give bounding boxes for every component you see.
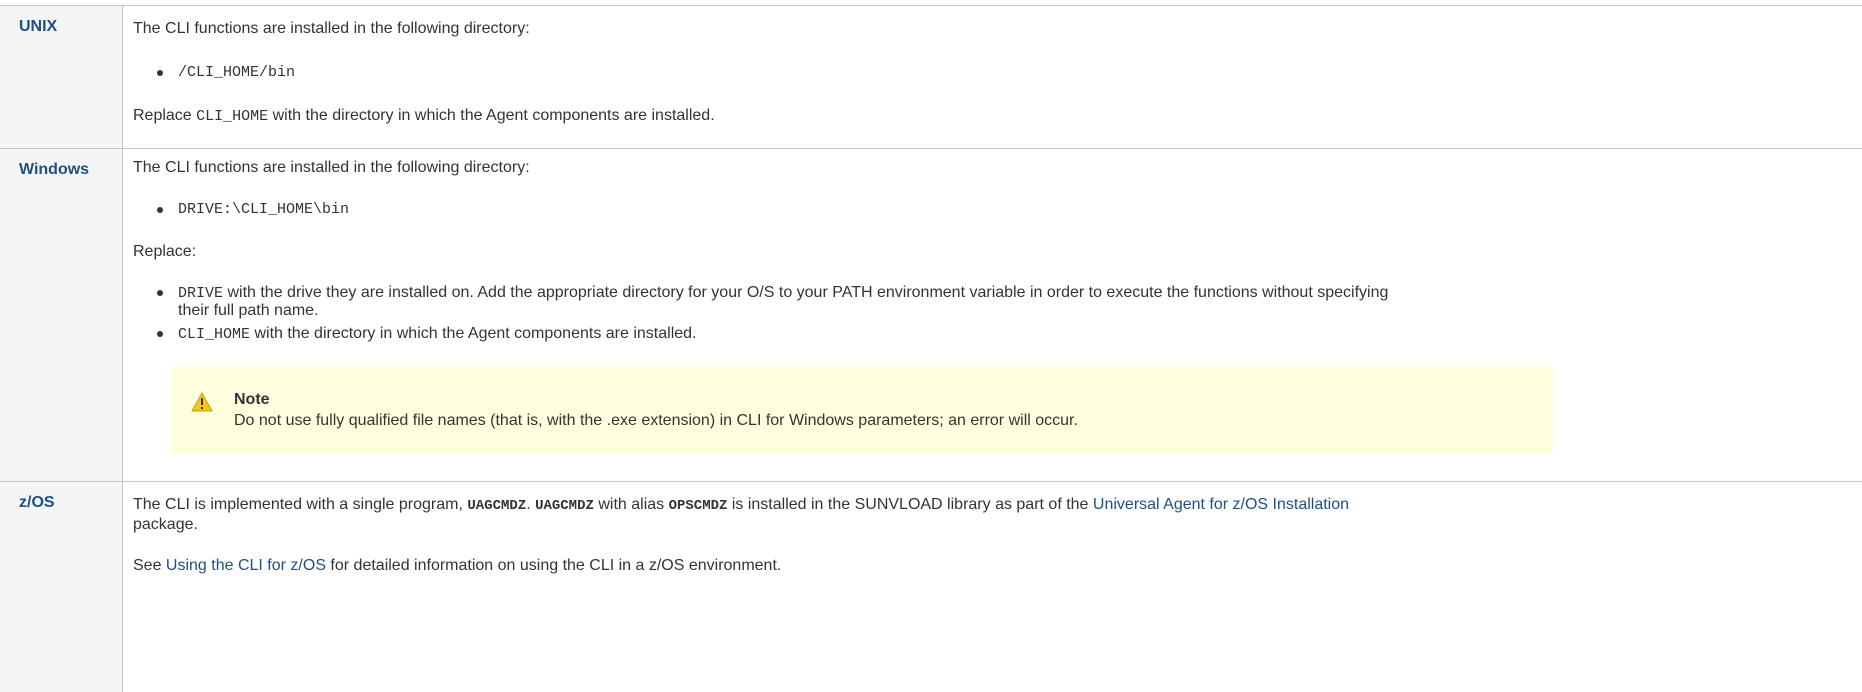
drive-text: with the drive they are installed on. Ad… <box>223 284 1389 301</box>
zos-p1-text-b: . <box>526 496 536 513</box>
zos-p1-text-c: with alias <box>593 496 669 513</box>
cli-location-table: UNIX The CLI functions are installed in … <box>0 5 1862 692</box>
zos-p1-text-a: The CLI is implemented with a single pro… <box>133 496 468 513</box>
clihome-text: with the directory in which the Agent co… <box>250 325 697 342</box>
row-content-windows: The CLI functions are installed in the f… <box>123 149 1862 481</box>
table-row-unix: UNIX The CLI functions are installed in … <box>0 6 1862 149</box>
note-panel: Note Do not use fully qualified file nam… <box>171 366 1553 454</box>
alias-name-code: OPSCMDZ <box>668 498 728 514</box>
universal-agent-installation-link[interactable]: Universal Agent for z/OS Installation <box>1093 496 1349 513</box>
table-row-windows: Windows The CLI functions are installed … <box>0 149 1862 482</box>
zos-paragraph-1: The CLI is implemented with a single pro… <box>133 494 1349 517</box>
zos-p2-text-a: See <box>133 557 166 574</box>
zos-p1-text-d: is installed in the SUNVLOAD library as … <box>727 496 1093 513</box>
windows-intro: The CLI functions are installed in the f… <box>133 159 530 176</box>
program-name-code: UAGCMDZ <box>467 498 527 514</box>
table-row-zos: z/OS The CLI is implemented with a singl… <box>0 482 1862 692</box>
unix-intro: The CLI functions are installed in the f… <box>133 20 530 37</box>
unix-replace-code: CLI_HOME <box>196 108 269 125</box>
zos-p2-text-b: for detailed information on using the CL… <box>325 557 782 574</box>
row-content-unix: The CLI functions are installed in the f… <box>123 6 1862 148</box>
warning-icon <box>191 392 213 412</box>
using-cli-zos-link[interactable]: Using the CLI for z/OS <box>166 557 326 574</box>
windows-replace-label: Replace: <box>133 243 197 260</box>
row-header-zos: z/OS <box>0 482 123 692</box>
zos-paragraph-1-continued: package. <box>133 516 198 533</box>
zos-paragraph-2: See Using the CLI for z/OS for detailed … <box>133 555 781 577</box>
row-header-unix: UNIX <box>0 6 123 148</box>
unix-replace-text: Replace CLI_HOME with the directory in w… <box>133 105 715 128</box>
note-title: Note <box>234 391 270 408</box>
row-header-windows: Windows <box>0 149 123 481</box>
note-text: Do not use fully qualified file names (t… <box>234 412 1078 429</box>
unix-replace-suffix: with the directory in which the Agent co… <box>268 107 715 124</box>
unix-path-item: /CLI_HOME/bin <box>156 62 295 84</box>
row-content-zos: The CLI is implemented with a single pro… <box>123 482 1862 692</box>
windows-path-item: DRIVE:\CLI_HOME\bin <box>156 199 349 221</box>
drive-text-continued: their full path name. <box>178 302 319 319</box>
unix-replace-prefix: Replace <box>133 107 197 124</box>
clihome-code: CLI_HOME <box>178 326 251 343</box>
windows-replace-item-clihome: CLI_HOME with the directory in which the… <box>156 323 697 346</box>
windows-replace-item-drive: DRIVE with the drive they are installed … <box>156 282 1389 305</box>
program-name-code-2: UAGCMDZ <box>535 498 594 514</box>
